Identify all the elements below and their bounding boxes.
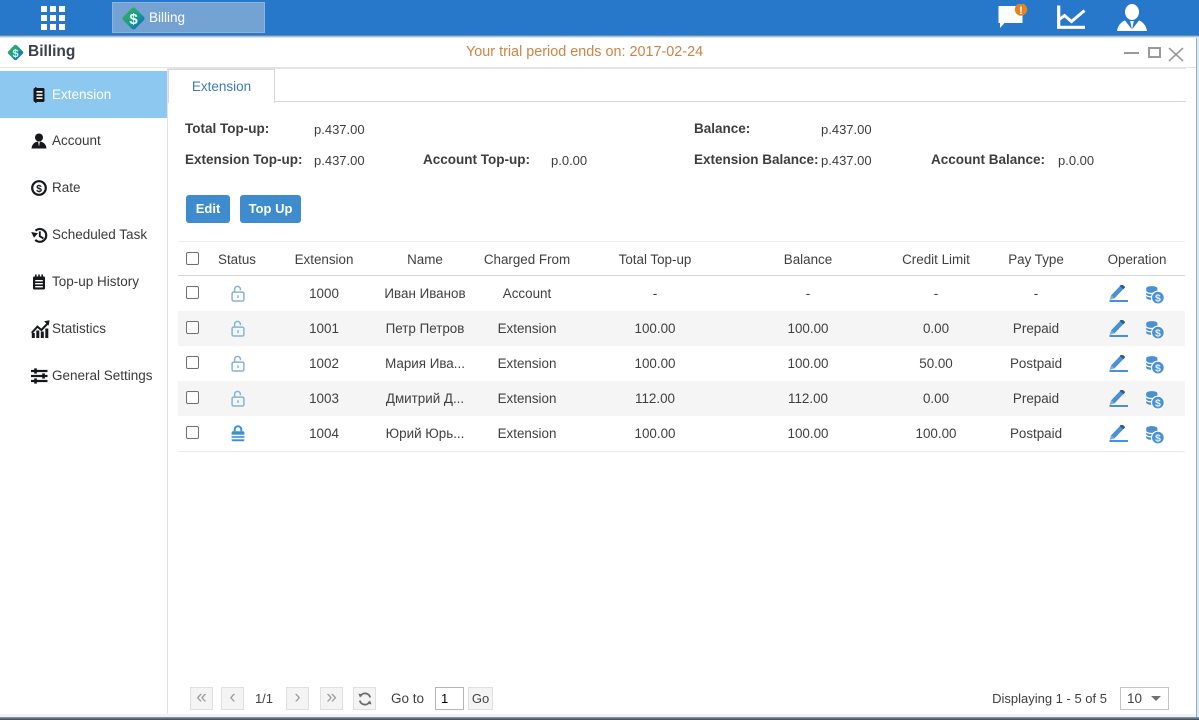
svg-text:$: $ (36, 183, 42, 195)
svg-text:$: $ (12, 48, 18, 60)
svg-text:$: $ (129, 11, 138, 28)
svg-text:!: ! (1019, 5, 1023, 17)
